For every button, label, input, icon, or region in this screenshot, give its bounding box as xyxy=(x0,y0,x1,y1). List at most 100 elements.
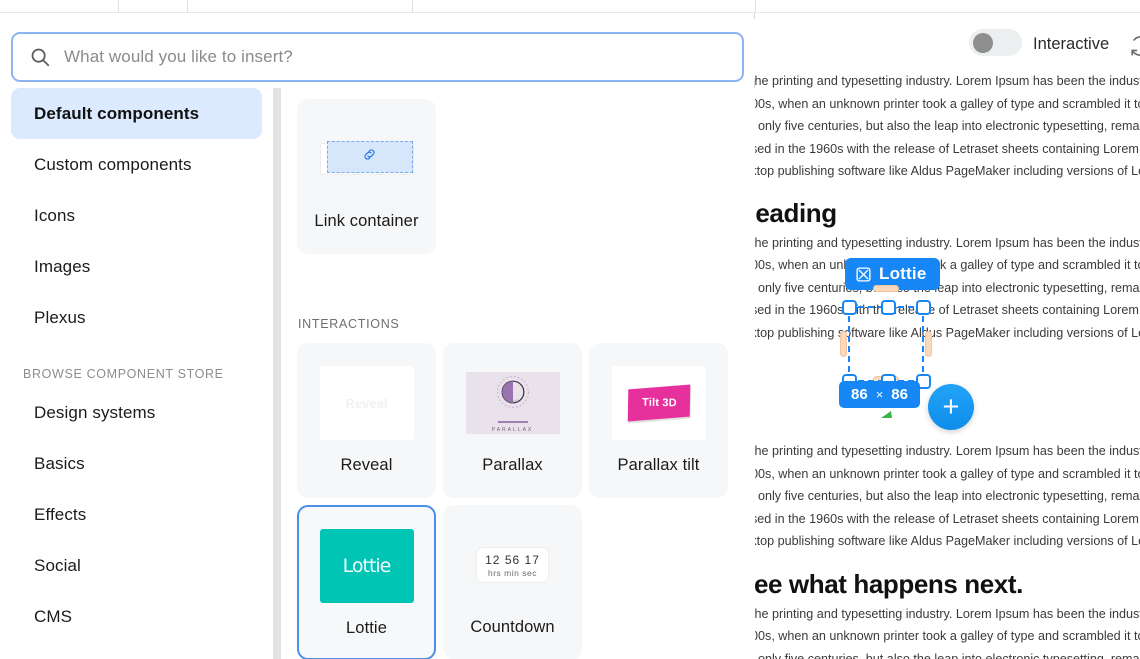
sidebar-item-effects[interactable]: Effects xyxy=(11,489,262,540)
paragraph-block: of the printing and typesetting industry… xyxy=(755,603,1140,659)
insert-panel-screen: Default components Custom components Ico… xyxy=(0,0,1140,659)
reveal-thumb-canvas: Reveal xyxy=(319,366,414,440)
grid-row-interactions-2: Lottie Lottie 12 56 17 hrs min sec Count… xyxy=(297,505,755,659)
add-component-button[interactable]: + xyxy=(928,384,974,430)
refresh-icon[interactable] xyxy=(1129,35,1140,57)
sidebar-item-cms[interactable]: CMS xyxy=(11,591,262,642)
doc-line: esktop publishing software like Aldus Pa… xyxy=(755,325,1140,340)
link-container-inner-box xyxy=(326,141,413,173)
countdown-hrs-unit: hrs xyxy=(487,568,502,578)
doc-line: of the printing and typesetting industry… xyxy=(755,606,1140,621)
paragraph-block: of the printing and typesetting industry… xyxy=(755,70,1140,183)
sidebar-item-icons[interactable]: Icons xyxy=(11,190,262,241)
interactive-label: Interactive xyxy=(1033,35,1110,53)
paragraph-block: of the printing and typesetting industry… xyxy=(755,440,1140,553)
tab-divider xyxy=(118,0,119,13)
doc-line: not only five centuries, but also the le… xyxy=(755,651,1140,659)
sidebar-item-label: CMS xyxy=(34,606,73,626)
sidebar-item-label: Effects xyxy=(34,504,87,524)
sidebar-item-default-components[interactable]: Default components xyxy=(11,88,262,139)
sidebar-item-label: Images xyxy=(34,256,91,276)
component-card-label: Countdown xyxy=(470,618,555,636)
doc-line: arised in the 1960s with the release of … xyxy=(755,141,1140,156)
paragraph-block: of the printing and typesetting industry… xyxy=(755,232,1140,345)
component-card-link-container[interactable]: Link container xyxy=(297,99,436,254)
countdown-thumb: 12 56 17 hrs min sec xyxy=(465,528,560,602)
countdown-min-unit: min xyxy=(504,568,520,578)
doc-heading: See what happens next. xyxy=(755,568,1023,599)
parallax-ring-icon xyxy=(496,375,530,414)
lottie-thumb: Lottie xyxy=(319,529,414,603)
component-card-parallax[interactable]: Scroll PARALLAX Parallax xyxy=(443,343,582,498)
doc-heading: Heading xyxy=(755,197,837,228)
sidebar-item-design-systems[interactable]: Design systems xyxy=(11,387,262,438)
component-card-reveal[interactable]: Reveal Reveal xyxy=(297,343,436,498)
doc-line: esktop publishing software like Aldus Pa… xyxy=(755,164,1140,178)
top-tab-strip xyxy=(0,0,1140,13)
search-icon xyxy=(29,46,51,68)
tilt3d-thumb: Tilt 3D xyxy=(611,366,706,440)
countdown-units: hrs min sec xyxy=(485,568,540,578)
sidebar-section-header: BROWSE COMPONENT STORE xyxy=(23,367,224,381)
sidebar-item-label: Default components xyxy=(34,103,200,123)
parallax-underline xyxy=(497,421,528,423)
countdown-thumb-canvas: 12 56 17 hrs min sec xyxy=(465,528,560,602)
tilt3d-thumb-text: Tilt 3D xyxy=(641,396,676,410)
doc-line: 1500s, when an unknown printer took a ga… xyxy=(755,629,1140,643)
doc-line: arised in the 1960s with the release of … xyxy=(755,511,1140,526)
reveal-thumb: Reveal xyxy=(319,366,414,440)
lottie-wordmark: Lottie xyxy=(342,555,392,577)
search-input[interactable] xyxy=(64,43,704,71)
panel-scrollbar[interactable] xyxy=(273,88,281,659)
doc-line: 1500s, when an unknown printer took a ga… xyxy=(755,96,1140,111)
panel-body: Default components Custom components Ico… xyxy=(0,88,755,659)
doc-line: esktop publishing software like Aldus Pa… xyxy=(755,534,1140,548)
tab-divider xyxy=(412,0,413,13)
grid-section-header-interactions: INTERACTIONS xyxy=(298,317,400,331)
tilt3d-thumb-canvas: Tilt 3D xyxy=(611,366,706,440)
component-card-label: Lottie xyxy=(346,619,387,637)
parallax-thumb-canvas: Scroll PARALLAX xyxy=(465,372,560,434)
countdown-sec-unit: sec xyxy=(522,568,537,578)
component-card-label: Parallax xyxy=(482,456,543,474)
link-icon xyxy=(362,147,377,167)
toggle-knob xyxy=(973,32,993,53)
doc-line: not only five centuries, but also the le… xyxy=(755,119,1140,133)
sidebar: Default components Custom components Ico… xyxy=(0,88,273,659)
grid-gap xyxy=(297,254,755,317)
parallax-thumb-text: PARALLAX xyxy=(491,427,534,433)
sidebar-item-social[interactable]: Social xyxy=(11,540,262,591)
doc-spacer xyxy=(755,185,1140,194)
doc-line: 1500s, when an unknown printer took a ga… xyxy=(755,466,1140,481)
document-content: of the printing and typesetting industry… xyxy=(755,70,1140,659)
canvas-toolbar: Interactive xyxy=(755,13,1140,70)
doc-line: of the printing and typesetting industry… xyxy=(755,444,1140,458)
component-card-countdown[interactable]: 12 56 17 hrs min sec Countdown xyxy=(443,505,582,659)
sidebar-item-text-editors[interactable]: Text Editors xyxy=(11,642,262,659)
component-card-label: Reveal xyxy=(340,456,393,474)
doc-line: of the printing and typesetting industry… xyxy=(755,235,1140,250)
tab-divider xyxy=(755,0,756,13)
doc-line: of the printing and typesetting industry… xyxy=(755,74,1140,88)
doc-line: not only five centuries, but also the le… xyxy=(755,489,1140,503)
sidebar-item-label: Plexus xyxy=(34,307,86,327)
reveal-thumb-text: Reveal xyxy=(345,395,388,411)
grid-gap xyxy=(297,498,755,505)
doc-line: 1500s, when an unknown printer took a ga… xyxy=(755,258,1140,272)
tab-divider xyxy=(187,0,188,13)
sidebar-item-images[interactable]: Images xyxy=(11,241,262,292)
link-container-outer-box xyxy=(319,141,414,175)
sidebar-item-plexus[interactable]: Plexus xyxy=(11,292,262,343)
component-card-lottie[interactable]: Lottie Lottie xyxy=(297,505,436,659)
sidebar-item-custom-components[interactable]: Custom components xyxy=(11,139,262,190)
plus-icon: + xyxy=(942,390,960,423)
doc-spacer xyxy=(755,555,1140,565)
interactive-toggle[interactable] xyxy=(969,29,1022,56)
countdown-hrs: 12 xyxy=(485,553,501,567)
sidebar-item-basics[interactable]: Basics xyxy=(11,438,262,489)
component-grid: Link container INTERACTIONS Reveal Revea… xyxy=(281,88,755,659)
component-card-parallax-tilt[interactable]: Tilt 3D Parallax tilt xyxy=(589,343,728,498)
countdown-pill: 12 56 17 hrs min sec xyxy=(476,547,549,583)
insert-panel: Default components Custom components Ico… xyxy=(0,13,755,659)
search-box[interactable] xyxy=(11,32,744,82)
